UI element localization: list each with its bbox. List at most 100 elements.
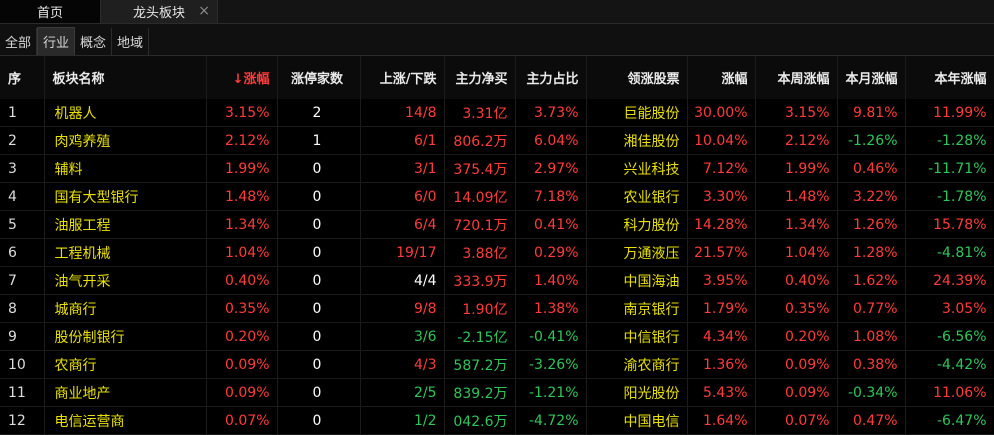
table-row[interactable]: 2 肉鸡养殖 2.12% 1 6/1 806.2万 6.04% 湘佳股份 10.04% 2.12%… <box>0 126 994 155</box>
cell-week-change: 1.04% <box>755 238 838 267</box>
cell-limit-up-count: 0 <box>277 266 361 295</box>
table-row[interactable]: 10 农商行 0.09% 0 4/3 587.2万 -3.26% 渝农商行 1.36% 0.09%… <box>0 350 994 379</box>
col-leading-change[interactable]: 涨幅 <box>687 56 756 99</box>
col-main-ratio[interactable]: 主力占比 <box>515 56 587 99</box>
cell-week-change: 2.12% <box>755 126 838 155</box>
cell-limit-up-count: 0 <box>277 350 361 379</box>
cell-main-ratio: -3.26% <box>515 350 587 379</box>
cell-year-change: 11.99% <box>905 99 994 127</box>
cell-sector-name: 肉鸡养殖 <box>44 126 207 155</box>
table-header: 序 板块名称 ↓涨幅 涨停家数 上涨/下跌 主力净买 主力占比 领涨股票 涨幅 … <box>0 56 994 99</box>
cell-row-index: 6 <box>0 238 45 267</box>
table-row[interactable]: 11 商业地产 0.09% 0 2/5 839.2万 -1.21% 阳光股份 5.43% 0.09… <box>0 378 994 407</box>
cell-week-change: 1.34% <box>755 210 838 239</box>
cell-week-change: 1.99% <box>755 154 838 183</box>
table-row[interactable]: 4 国有大型银行 1.48% 0 6/0 14.09亿 7.18% 农业银行 3.30% 1.48… <box>0 182 994 211</box>
cell-main-net-buy: 720.1万 <box>444 210 516 239</box>
subtab-concept[interactable]: 概念 <box>75 28 113 55</box>
table-row[interactable]: 6 工程机械 1.04% 0 19/17 3.88亿 0.29% 万通液压 21.57% 1.04… <box>0 238 994 267</box>
subtab-industry[interactable]: 行业 <box>37 27 76 55</box>
cell-month-change: 3.22% <box>837 182 906 211</box>
col-up-down[interactable]: 上涨/下跌 <box>360 56 445 99</box>
col-change[interactable]: ↓涨幅 <box>206 56 278 99</box>
cell-up-down: 4/3 <box>360 350 445 379</box>
table-row[interactable]: 5 油服工程 1.34% 0 6/4 720.1万 0.41% 科力股份 14.28% 1.34%… <box>0 210 994 239</box>
cell-main-net-buy: 806.2万 <box>444 126 516 155</box>
cell-row-index: 9 <box>0 322 45 351</box>
table-row[interactable]: 3 辅料 1.99% 0 3/1 375.4万 2.97% 兴业科技 7.12% 1.99% 0.4… <box>0 154 994 183</box>
cell-change: 0.09% <box>206 350 278 379</box>
cell-main-ratio: -1.21% <box>515 378 587 407</box>
cell-sector-name: 辅料 <box>44 154 207 183</box>
cell-row-index: 3 <box>0 154 45 183</box>
cell-year-change: 3.05% <box>905 294 994 323</box>
cell-week-change: 0.35% <box>755 294 838 323</box>
cell-leading-stock: 南京银行 <box>586 294 688 323</box>
cell-row-index: 5 <box>0 210 45 239</box>
cell-main-ratio: 0.29% <box>515 238 587 267</box>
cell-up-down: 4/4 <box>360 266 445 295</box>
cell-limit-up-count: 0 <box>277 238 361 267</box>
cell-main-ratio: 3.73% <box>515 99 587 127</box>
table-row[interactable]: 7 油气开采 0.40% 0 4/4 333.9万 1.40% 中国海油 3.95% 0.40% 1… <box>0 266 994 295</box>
col-main-net-buy[interactable]: 主力净买 <box>444 56 516 99</box>
table-row[interactable]: 8 城商行 0.35% 0 9/8 1.90亿 1.38% 南京银行 1.79% 0.35% 0.7… <box>0 294 994 323</box>
cell-week-change: 0.40% <box>755 266 838 295</box>
cell-leading-stock: 万通液压 <box>586 238 688 267</box>
col-year-change[interactable]: 本年涨幅 <box>905 56 994 99</box>
cell-week-change: 0.20% <box>755 322 838 351</box>
cell-limit-up-count: 0 <box>277 154 361 183</box>
cell-up-down: 19/17 <box>360 238 445 267</box>
cell-leading-change: 7.12% <box>687 154 756 183</box>
cell-change: 0.40% <box>206 266 278 295</box>
cell-main-ratio: 7.18% <box>515 182 587 211</box>
cell-main-ratio: 2.97% <box>515 154 587 183</box>
subtab-all[interactable]: 全部 <box>0 28 38 55</box>
cell-change: 1.34% <box>206 210 278 239</box>
cell-change: 3.15% <box>206 99 278 127</box>
cell-leading-change: 30.00% <box>687 99 756 127</box>
cell-up-down: 3/6 <box>360 322 445 351</box>
cell-up-down: 14/8 <box>360 99 445 127</box>
cell-up-down: 9/8 <box>360 294 445 323</box>
close-icon[interactable]: × <box>198 3 210 19</box>
cell-month-change: 9.81% <box>837 99 906 127</box>
cell-row-index: 2 <box>0 126 45 155</box>
category-tabs: 全部 行业 概念 地域 <box>0 24 994 56</box>
cell-change: 0.35% <box>206 294 278 323</box>
col-month-change[interactable]: 本月涨幅 <box>837 56 906 99</box>
cell-sector-name: 国有大型银行 <box>44 182 207 211</box>
cell-week-change: 0.09% <box>755 350 838 379</box>
cell-week-change: 3.15% <box>755 99 838 127</box>
cell-month-change: 1.26% <box>837 210 906 239</box>
col-limit-up-count[interactable]: 涨停家数 <box>277 56 361 99</box>
tab-label: 龙头板块 <box>132 6 185 21</box>
cell-limit-up-count: 0 <box>277 322 361 351</box>
subtab-region[interactable]: 地域 <box>112 28 150 55</box>
cell-row-index: 11 <box>0 378 45 407</box>
cell-sector-name: 机器人 <box>44 99 207 127</box>
cell-month-change: 1.28% <box>837 238 906 267</box>
table-row[interactable]: 9 股份制银行 0.20% 0 3/6 -2.15亿 -0.41% 中信银行 4.34% 0.20… <box>0 322 994 351</box>
cell-row-index: 1 <box>0 99 45 127</box>
cell-main-net-buy: 839.2万 <box>444 378 516 407</box>
cell-year-change: -4.81% <box>905 238 994 267</box>
table-row[interactable]: 12 电信运营商 0.07% 0 1/2 042.6万 -4.72% 中国电信 1.64% 0.0… <box>0 406 994 435</box>
top-tab-bar: 首页 龙头板块 × <box>0 0 994 24</box>
col-sector-name[interactable]: 板块名称 <box>44 56 207 99</box>
table-row[interactable]: 1 机器人 3.15% 2 14/8 3.31亿 3.73% 巨能股份 30.00% 3.15% 9… <box>0 99 994 127</box>
col-index[interactable]: 序 <box>0 56 45 99</box>
cell-leading-change: 5.43% <box>687 378 756 407</box>
cell-limit-up-count: 0 <box>277 406 361 435</box>
cell-main-net-buy: 3.31亿 <box>444 99 516 127</box>
cell-up-down: 2/5 <box>360 378 445 407</box>
cell-main-net-buy: 333.9万 <box>444 266 516 295</box>
sort-desc-icon: ↓ <box>232 72 244 87</box>
col-leading-stock[interactable]: 领涨股票 <box>586 56 688 99</box>
cell-leading-stock: 中国电信 <box>586 406 688 435</box>
tab-home[interactable]: 首页 <box>0 0 101 23</box>
cell-sector-name: 农商行 <box>44 350 207 379</box>
cell-year-change: 15.78% <box>905 210 994 239</box>
col-week-change[interactable]: 本周涨幅 <box>755 56 838 99</box>
tab-dragon-sectors[interactable]: 龙头板块 × <box>101 0 218 23</box>
